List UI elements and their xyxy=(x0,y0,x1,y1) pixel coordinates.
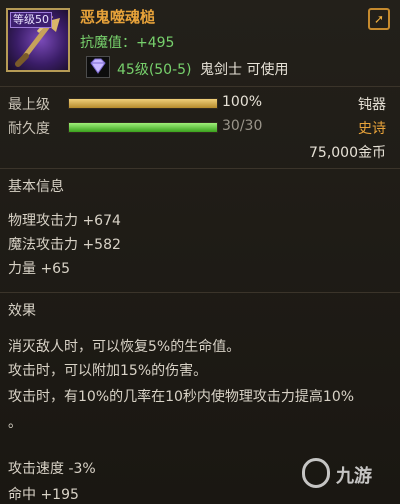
grade-value: 100% xyxy=(222,94,263,110)
logo-icon xyxy=(302,458,330,488)
level-badge: 等级50 xyxy=(10,12,52,28)
item-header: 等级50 恶鬼噬魂槌 抗魔值：+495 ➚ 45级(50-5) 鬼剑士 可使用 xyxy=(0,0,400,86)
item-name: 恶鬼噬魂槌 xyxy=(80,8,156,26)
price: 75,000金币 xyxy=(309,145,386,161)
effect-line: 攻击时，可以附加15%的伤害。 xyxy=(8,363,208,379)
effect-line: 。 xyxy=(8,415,22,431)
divider xyxy=(0,168,400,169)
attack-speed-stat: 攻击速度 -3% xyxy=(8,461,96,477)
grade-bar xyxy=(68,98,218,109)
weapon-type: 钝器 xyxy=(358,97,386,113)
durability-bar xyxy=(68,122,218,133)
rarity-label: 史诗 xyxy=(358,121,386,137)
magic-resist-stat: 抗魔值：+495 xyxy=(80,35,175,51)
grade-label: 最上级 xyxy=(8,97,50,113)
watermark-text: 九游 xyxy=(336,466,372,487)
durability-label: 耐久度 xyxy=(8,121,50,137)
accuracy-stat: 命中 +195 xyxy=(8,487,79,503)
stat-value: +674 xyxy=(82,213,121,229)
requirement-level: 45级(50-5) xyxy=(117,62,192,78)
stat-magic-attack: 魔法攻击力 +582 xyxy=(8,234,121,254)
stat-label: 力量 xyxy=(8,261,36,277)
effect-line: 消灭敌人时，可以恢复5%的生命值。 xyxy=(8,339,241,355)
divider xyxy=(0,86,400,87)
durability-value: 30/30 xyxy=(222,118,263,134)
diamond-icon xyxy=(86,56,110,78)
durability-bar-fill xyxy=(69,123,217,132)
effect-line: 攻击时，有10%的几率在10秒内使物理攻击力提高10% xyxy=(8,389,355,405)
stat-value: +582 xyxy=(82,237,121,253)
stat-label: 物理攻击力 xyxy=(8,213,78,229)
requirement-class: 鬼剑士 可使用 xyxy=(200,62,289,78)
stat-strength: 力量 +65 xyxy=(8,258,70,278)
watermark-logo: 九游 xyxy=(302,454,392,494)
stat-label: 魔法攻击力 xyxy=(8,237,78,253)
basic-info-title: 基本信息 xyxy=(8,179,64,195)
weapon-icon: 等级50 xyxy=(6,8,70,72)
effects-title: 效果 xyxy=(8,303,36,319)
stat-physical-attack: 物理攻击力 +674 xyxy=(8,210,121,230)
divider xyxy=(0,292,400,293)
grade-bar-fill xyxy=(69,99,217,108)
stat-value: +65 xyxy=(40,261,70,277)
share-icon[interactable]: ➚ xyxy=(368,8,390,30)
item-tooltip-panel: 等级50 恶鬼噬魂槌 抗魔值：+495 ➚ 45级(50-5) 鬼剑士 可使用 … xyxy=(0,0,400,503)
